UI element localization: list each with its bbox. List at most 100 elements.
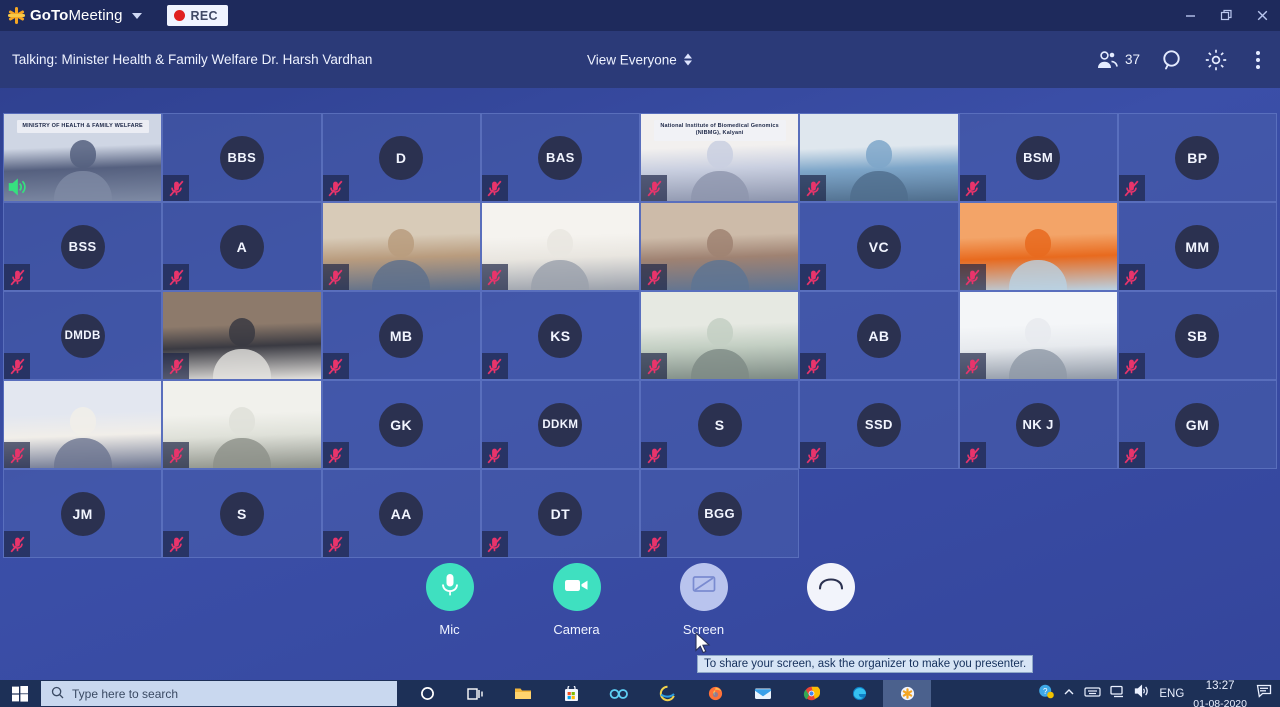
muted-mic-icon: [322, 175, 349, 201]
participant-tile-ddkm[interactable]: DDKM: [480, 380, 640, 469]
participant-tile-man-white-shirt-office[interactable]: [958, 291, 1118, 380]
task-view-icon[interactable]: [451, 680, 499, 707]
participant-tile-bgg[interactable]: BGG: [640, 469, 800, 558]
participant-tile-d[interactable]: D: [321, 113, 481, 202]
participant-tile-bsm[interactable]: BSM: [958, 113, 1118, 202]
participants-button[interactable]: 37: [1096, 50, 1140, 70]
hangup-control[interactable]: [787, 563, 875, 622]
view-mode-selector[interactable]: View Everyone: [587, 52, 692, 67]
avatar: MM: [1175, 224, 1220, 269]
clock-date: 01-08-2020: [1193, 697, 1247, 707]
screen-share-control[interactable]: Screen: [660, 563, 748, 637]
avatar: DDKM: [538, 402, 583, 447]
gotomeeting-icon[interactable]: [883, 680, 931, 707]
notifications-icon[interactable]: [1256, 684, 1272, 703]
participant-tile-bss[interactable]: BSS: [3, 202, 163, 291]
participant-tile-mb[interactable]: MB: [321, 291, 481, 380]
muted-mic-icon: [959, 353, 986, 379]
cortana-icon[interactable]: [403, 680, 451, 707]
muted-mic-icon: [4, 353, 30, 379]
participant-tile-aa[interactable]: AA: [321, 469, 481, 558]
asterisk-icon: [8, 7, 25, 24]
firefox-icon[interactable]: [691, 680, 739, 707]
help-icon[interactable]: ?: [1038, 683, 1055, 704]
mic-button[interactable]: [425, 563, 474, 611]
participant-tile-gm[interactable]: GM: [1117, 380, 1277, 469]
mouse-cursor: [695, 631, 711, 660]
avatar: S: [219, 491, 264, 536]
camera-button[interactable]: [552, 563, 601, 611]
participant-tile-nk-j[interactable]: NK J: [958, 380, 1118, 469]
participant-tile-ks[interactable]: KS: [480, 291, 640, 380]
volume-icon[interactable]: [1134, 684, 1150, 703]
taskbar-apps: [403, 680, 931, 707]
participant-tile-dmdb[interactable]: DMDB: [3, 291, 163, 380]
keyboard-icon[interactable]: [1084, 685, 1101, 703]
participant-tile-man-with-moustache[interactable]: [162, 291, 322, 380]
up-down-chevron-icon: [683, 53, 692, 66]
participant-tile-s[interactable]: S: [162, 469, 322, 558]
participant-tile-nibmg-kalyani-banner[interactable]: National Institute of Biomedical Genomic…: [640, 113, 800, 202]
language-indicator[interactable]: ENG: [1159, 688, 1184, 700]
participant-tile-bas[interactable]: BAS: [480, 113, 640, 202]
participant-tile-bearded-man-white-shirt[interactable]: [480, 202, 640, 291]
search-button[interactable]: [1160, 48, 1184, 72]
windows-start-icon[interactable]: [0, 680, 40, 707]
taskbar-search[interactable]: Type here to search: [41, 681, 397, 706]
participant-tile-gk[interactable]: GK: [321, 380, 481, 469]
participant-tile-bp[interactable]: BP: [1117, 113, 1277, 202]
participant-tile-masked-participants[interactable]: [799, 113, 959, 202]
clock[interactable]: 13:27 01-08-2020: [1193, 676, 1247, 707]
participant-tile-a[interactable]: A: [162, 202, 322, 291]
participant-tile-sb[interactable]: SB: [1117, 291, 1277, 380]
minimize-icon[interactable]: [1172, 0, 1208, 31]
avatar: DMDB: [60, 313, 105, 358]
participant-tile-two-men-seated[interactable]: [321, 202, 481, 291]
participant-tile-man-with-glasses-green-shirt[interactable]: [640, 291, 800, 380]
participant-tile-man-bald-white-shirt[interactable]: [162, 380, 322, 469]
muted-mic-icon: [163, 442, 190, 468]
muted-mic-icon: [641, 353, 667, 379]
participant-tile-jm[interactable]: JM: [3, 469, 163, 558]
participant-tile-dt[interactable]: DT: [480, 469, 640, 558]
mail-icon[interactable]: [739, 680, 787, 707]
edge-icon[interactable]: [835, 680, 883, 707]
muted-mic-icon: [800, 264, 827, 290]
close-icon[interactable]: [1244, 0, 1280, 31]
network-icon[interactable]: [1110, 685, 1125, 703]
settings-button[interactable]: [1204, 48, 1228, 72]
muted-mic-icon: [1118, 175, 1145, 201]
people-icon: [1096, 50, 1121, 70]
screen-share-tooltip: To share your screen, ask the organizer …: [697, 655, 1034, 673]
participant-tile-s[interactable]: S: [640, 380, 800, 469]
participant-tile-man-with-phone-at-desk[interactable]: [640, 202, 800, 291]
camera-control[interactable]: Camera: [533, 563, 621, 637]
participant-tile-vc[interactable]: VC: [799, 202, 959, 291]
participant-tile-bbs[interactable]: BBS: [162, 113, 322, 202]
internet-explorer-icon[interactable]: [643, 680, 691, 707]
participant-tile-ab[interactable]: AB: [799, 291, 959, 380]
chevron-down-icon[interactable]: [131, 12, 142, 19]
participant-tile-man-orange-background[interactable]: [958, 202, 1118, 291]
kebab-menu-icon[interactable]: [1248, 49, 1268, 71]
office-icon[interactable]: [595, 680, 643, 707]
chevron-up-icon[interactable]: [1063, 685, 1075, 703]
participant-tile-ministry-of-health-banner[interactable]: MINISTRY OF HEALTH & FAMILY WELFARE: [3, 113, 163, 202]
muted-mic-icon: [641, 175, 667, 201]
avatar: BAS: [538, 135, 583, 180]
app-logo[interactable]: GoToMeeting: [0, 7, 142, 24]
record-dot-icon: [173, 10, 185, 21]
file-explorer-icon[interactable]: [499, 680, 547, 707]
participant-tile-ssd[interactable]: SSD: [799, 380, 959, 469]
participant-tile-woman-with-glasses[interactable]: [3, 380, 163, 469]
hangup-button[interactable]: [806, 563, 855, 611]
microsoft-store-icon[interactable]: [547, 680, 595, 707]
participant-tile-mm[interactable]: MM: [1117, 202, 1277, 291]
avatar: BBS: [219, 135, 264, 180]
screen-share-button[interactable]: [679, 563, 728, 611]
mic-control[interactable]: Mic: [406, 563, 494, 637]
recording-label: REC: [190, 8, 218, 23]
chrome-icon[interactable]: [787, 680, 835, 707]
recording-badge[interactable]: REC: [166, 5, 228, 26]
restore-icon[interactable]: [1208, 0, 1244, 31]
